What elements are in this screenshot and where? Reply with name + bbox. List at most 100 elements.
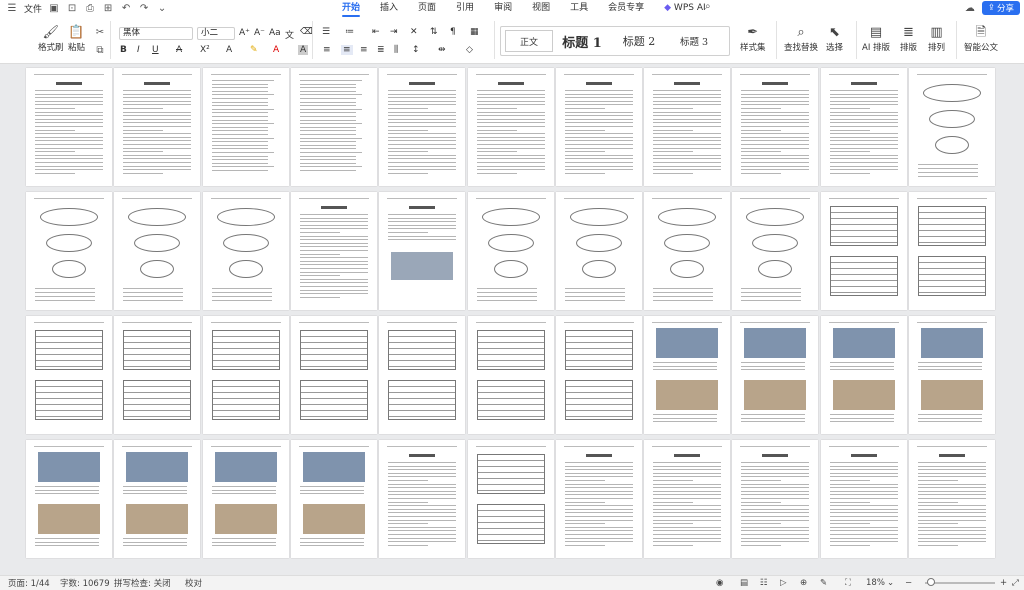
clear-format-icon[interactable]: ⌫ — [300, 27, 313, 37]
page-thumbnail[interactable] — [114, 68, 201, 186]
show-marks-icon[interactable]: ¶ — [450, 27, 456, 37]
text-effect-icon[interactable]: A — [226, 45, 232, 55]
strikethrough-icon[interactable]: A — [176, 45, 182, 55]
distributed-icon[interactable]: ⫼ — [394, 45, 398, 55]
bullet-list-icon[interactable]: ☰ — [322, 27, 330, 37]
page-thumbnail[interactable] — [820, 192, 907, 310]
print-icon[interactable]: ⎙ — [84, 3, 96, 14]
page-thumbnail[interactable] — [202, 192, 289, 310]
zoom-level[interactable]: 18% — [866, 578, 885, 588]
page-view-icon[interactable]: ▤ — [740, 578, 748, 588]
zoom-dropdown-icon[interactable]: ⌄ — [887, 578, 894, 588]
numbered-list-icon[interactable]: ≔ — [345, 27, 354, 37]
page-thumbnail[interactable] — [114, 316, 201, 434]
page-thumbnail[interactable] — [290, 316, 377, 434]
outline-view-icon[interactable]: ☷ — [760, 578, 768, 588]
italic-icon[interactable]: I — [137, 45, 140, 55]
page-thumbnail[interactable] — [820, 316, 907, 434]
page-thumbnail[interactable] — [379, 440, 466, 558]
tab-view[interactable]: 视图 — [522, 0, 560, 17]
char-shading-icon[interactable]: A — [298, 45, 309, 55]
tab-member[interactable]: 会员专享 — [598, 0, 654, 17]
align-center-icon[interactable]: ≡ — [341, 45, 353, 55]
search-icon[interactable]: ⌕ — [705, 1, 711, 12]
page-thumbnail[interactable] — [114, 192, 201, 310]
page-thumbnail[interactable] — [202, 68, 289, 186]
bold-icon[interactable]: B — [120, 45, 127, 55]
spell-check-status[interactable]: 拼写检查: 关闭 — [114, 577, 171, 589]
cut-icon[interactable]: ✂ — [94, 27, 106, 38]
page-thumbnail[interactable] — [555, 440, 642, 558]
page-thumbnail[interactable] — [732, 440, 819, 558]
print-preview-icon[interactable]: ⊞ — [102, 3, 114, 14]
page-thumbnail[interactable] — [26, 68, 112, 186]
underline-icon[interactable]: U — [152, 45, 159, 55]
menu-icon[interactable]: ☰ — [6, 3, 18, 14]
increase-indent-icon[interactable]: ⇥ — [390, 27, 398, 37]
page-thumbnail[interactable] — [644, 68, 731, 186]
grow-font-icon[interactable]: A⁺ — [239, 28, 250, 38]
page-thumbnail[interactable] — [202, 440, 289, 558]
page-thumbnail[interactable] — [909, 192, 995, 310]
pdf-icon[interactable]: ▣ — [48, 3, 60, 14]
zoom-slider[interactable] — [925, 582, 995, 584]
chinese-layout-icon[interactable]: ✕ — [410, 27, 418, 37]
page-thumbnail[interactable] — [379, 68, 466, 186]
page-thumbnail[interactable] — [202, 316, 289, 434]
zoom-out-icon[interactable]: − — [905, 578, 912, 588]
font-color-icon[interactable]: A — [273, 45, 279, 55]
select-button[interactable]: ⬉ 选择 — [826, 25, 843, 53]
zoom-in-icon[interactable]: + — [1000, 578, 1007, 588]
decrease-indent-icon[interactable]: ⇤ — [372, 27, 380, 37]
shading-icon[interactable]: ◇ — [466, 45, 473, 55]
style-heading-1[interactable]: 标题 1 — [553, 30, 611, 52]
page-thumbnail[interactable] — [909, 316, 995, 434]
tab-review[interactable]: 审阅 — [484, 0, 522, 17]
redo-icon[interactable]: ↷ — [138, 3, 150, 14]
highlight-icon[interactable]: ✎ — [250, 45, 258, 55]
find-replace-button[interactable]: ⌕ 查找替换 — [784, 25, 818, 53]
word-count[interactable]: 字数: 10679 — [60, 577, 110, 589]
style-heading-2[interactable]: 标题 2 — [611, 30, 667, 52]
font-name-select[interactable]: 黑体 — [119, 27, 193, 40]
page-thumbnail[interactable] — [26, 316, 112, 434]
page-thumbnail[interactable] — [820, 68, 907, 186]
page-thumbnail[interactable] — [555, 192, 642, 310]
page-thumbnail[interactable] — [555, 68, 642, 186]
document-canvas[interactable] — [0, 64, 1024, 575]
smart-doc-button[interactable]: 🗎 智能公文 — [964, 25, 998, 53]
ai-layout-button[interactable]: ▤ AI 排版 — [862, 25, 890, 53]
copy-icon[interactable]: ⧉ — [94, 45, 106, 56]
tab-tools[interactable]: 工具 — [560, 0, 598, 17]
pinyin-icon[interactable]: 文 — [285, 28, 294, 41]
page-thumbnail[interactable] — [26, 192, 112, 310]
tab-reference[interactable]: 引用 — [446, 0, 484, 17]
page-thumbnail[interactable] — [909, 440, 995, 558]
undo-icon[interactable]: ↶ — [120, 3, 132, 14]
page-thumbnail[interactable] — [732, 316, 819, 434]
page-thumbnail[interactable] — [555, 316, 642, 434]
page-thumbnail[interactable] — [379, 192, 466, 310]
justify-icon[interactable]: ≣ — [377, 45, 385, 55]
change-case-icon[interactable]: Aa — [269, 28, 281, 38]
tab-insert[interactable]: 插入 — [370, 0, 408, 17]
save-icon[interactable]: ⊡ — [66, 3, 78, 14]
share-button[interactable]: ⇪ 分享 — [981, 1, 1020, 15]
style-normal[interactable]: 正文 — [505, 30, 553, 52]
page-thumbnail[interactable] — [644, 192, 731, 310]
page-thumbnail[interactable] — [290, 440, 377, 558]
page-thumbnail[interactable] — [467, 316, 554, 434]
zoom-slider-knob[interactable] — [927, 578, 935, 586]
paste-button[interactable]: 📋 粘贴 — [68, 25, 85, 53]
page-thumbnail[interactable] — [26, 440, 112, 558]
page-thumbnail[interactable] — [290, 68, 377, 186]
pen-icon[interactable]: ✎ — [820, 578, 827, 588]
format-painter-button[interactable]: 🖌 格式刷 — [38, 25, 64, 53]
file-menu[interactable]: 文件 — [24, 2, 42, 15]
shrink-font-icon[interactable]: A⁻ — [254, 28, 265, 38]
proofread-button[interactable]: 校对 — [185, 577, 202, 589]
style-set-button[interactable]: ✒ 样式集 — [740, 25, 766, 53]
border-icon[interactable]: ▦ — [470, 27, 479, 37]
style-heading-3[interactable]: 标题 3 — [667, 30, 721, 52]
tab-page[interactable]: 页面 — [408, 0, 446, 17]
